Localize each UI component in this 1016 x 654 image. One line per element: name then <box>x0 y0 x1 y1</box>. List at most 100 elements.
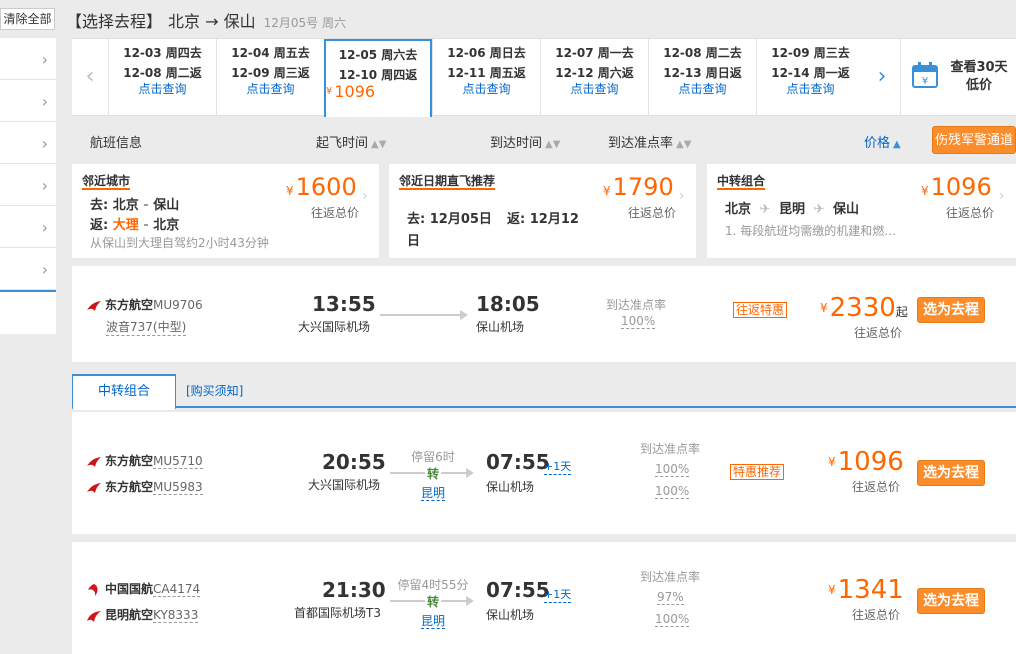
flight-row-transfer: 中国国航CA4174 昆明航空KY8333 21:30 首都国际机场T3 停留4… <box>72 542 1016 654</box>
chevron-right-icon: › <box>41 134 48 153</box>
chevron-right-icon: › <box>362 188 368 204</box>
chevron-left-icon[interactable]: ‹ <box>72 39 108 115</box>
depart-time: 13:55 <box>312 292 376 316</box>
title-date: 12月05号 周六 <box>263 16 346 30</box>
filter-row[interactable]: › <box>0 164 56 206</box>
kunming-airlines-logo-icon <box>87 610 101 622</box>
date-return: 12-14 周一返 <box>771 66 850 80</box>
page-title: 【选择去程】 北京 → 保山 12月05号 周六 <box>66 8 346 32</box>
date-cell[interactable]: 12-09 周三去 12-14 周一返 点击查询 <box>756 39 864 115</box>
ontime-value[interactable]: 97% <box>657 590 684 605</box>
filter-row[interactable]: › <box>0 206 56 248</box>
transfer-city[interactable]: 昆明 <box>420 614 445 629</box>
sort-arrive-time[interactable]: 到达时间 ▲▼ <box>490 132 560 151</box>
aircraft-model[interactable]: 波音737(中型) <box>106 318 187 336</box>
stay-duration: 停留4时55分 <box>397 578 469 592</box>
promo-tag: 往返特惠 <box>733 302 788 318</box>
rec-go-line: 去: 12月05日 <box>407 212 492 227</box>
purchase-notice-link[interactable]: [购买须知] <box>186 382 243 399</box>
flight-price: ¥2330起 <box>820 294 908 326</box>
date-return: 12-08 周二返 <box>123 66 202 80</box>
clear-all-button[interactable]: 清除全部 <box>0 8 55 30</box>
sort-price[interactable]: 价格 ▲ <box>864 132 901 151</box>
airline-name: 东方航空MU5983 <box>86 478 203 495</box>
title-route: 北京 → 保山 <box>168 12 256 31</box>
query-link[interactable]: 点击查询 <box>649 81 756 97</box>
ontime-value[interactable]: 100% <box>655 462 690 477</box>
arrive-time: 18:05 <box>476 292 540 316</box>
depart-time: 21:30 <box>322 578 386 602</box>
date-cell[interactable]: 12-06 周日去 12-11 周五返 点击查询 <box>432 39 540 115</box>
date-cell[interactable]: 12-08 周二去 12-13 周日返 点击查询 <box>648 39 756 115</box>
filter-row[interactable]: › <box>0 122 56 164</box>
chevron-right-icon[interactable]: › <box>864 39 900 115</box>
rec-card-nearby-date[interactable]: 邻近日期直飞推荐 ¥1790 往返总价 › 去: 12月05日 返: 12月12… <box>389 164 696 258</box>
ontime-value[interactable]: 100% <box>655 484 690 499</box>
army-channel-button[interactable]: 伤残军警通道 <box>932 126 1016 154</box>
query-link[interactable]: 点击查询 <box>757 81 864 97</box>
select-outbound-button[interactable]: 选为去程 <box>917 460 985 486</box>
sort-bar: 航班信息 起飞时间 ▲▼ 到达时间 ▲▼ 到达准点率 ▲▼ 价格 ▲ 伤残军警通道 <box>72 124 1016 156</box>
query-link[interactable]: 点击查询 <box>217 81 324 97</box>
separator: - <box>143 198 149 213</box>
date-out: 12-03 周四去 <box>123 46 202 60</box>
flight-number[interactable]: KY8333 <box>153 608 199 623</box>
tab-transfer[interactable]: 中转组合 <box>72 374 176 410</box>
query-link[interactable]: 点击查询 <box>541 81 648 97</box>
yen-symbol: ¥ <box>603 184 611 198</box>
airline-label: 东方航空 <box>105 454 154 468</box>
rec-sub: 往返总价 <box>311 206 360 220</box>
flight-price: ¥1096 <box>828 448 904 476</box>
flight-number[interactable]: MU5710 <box>153 454 203 469</box>
calendar-label-line1: 查看30天 <box>950 60 1008 75</box>
rec-go-line: 去: 北京 - 保山 <box>90 194 179 213</box>
ontime-value[interactable]: 100% <box>621 314 656 329</box>
go-from: 北京 <box>112 198 139 213</box>
sort-label: 到达时间 <box>490 136 543 151</box>
yen-symbol: ¥ <box>921 184 929 198</box>
date-cell[interactable]: 12-07 周一去 12-12 周六返 点击查询 <box>540 39 648 115</box>
flight-row-transfer: 东方航空MU5710 东方航空MU5983 20:55 大兴国际机场 停留6时 … <box>72 412 1016 534</box>
filter-row[interactable]: › <box>0 38 56 80</box>
plane-icon: ✈ <box>759 202 771 217</box>
svg-text:¥: ¥ <box>922 76 928 87</box>
flight-number[interactable]: MU5983 <box>153 480 203 495</box>
route-city: 北京 <box>725 202 752 217</box>
select-outbound-button[interactable]: 选为去程 <box>917 588 985 614</box>
query-link[interactable]: 点击查询 <box>433 81 540 97</box>
next-day-badge[interactable]: +1天 <box>544 586 572 603</box>
depart-airport: 大兴国际机场 <box>308 478 381 492</box>
chevron-right-icon: › <box>41 260 48 279</box>
sort-depart-time[interactable]: 起飞时间 ▲▼ <box>316 132 386 151</box>
sort-ontime[interactable]: 到达准点率 ▲▼ <box>608 132 691 151</box>
ontime-value[interactable]: 100% <box>655 612 690 627</box>
rec-card-nearby-city[interactable]: 邻近城市 ¥1600 往返总价 › 去: 北京 - 保山 返: 大理 - 北京 … <box>72 164 379 258</box>
transfer-city[interactable]: 昆明 <box>420 486 445 501</box>
rec-card-transfer[interactable]: 中转组合 ¥1096 往返总价 › 北京 ✈ 昆明 ✈ 保山 1. 每段航班均需… <box>707 164 1016 258</box>
arrive-airport: 保山机场 <box>486 480 535 494</box>
yen-symbol: ¥ <box>828 455 836 469</box>
filter-footer <box>0 290 56 334</box>
filter-list: › › › › › › <box>0 38 56 334</box>
airline-name: 东方航空MU5710 <box>86 452 203 469</box>
filter-row[interactable]: › <box>0 80 56 122</box>
filter-row[interactable]: › <box>0 248 56 290</box>
filter-sidebar: 清除全部 › › › › › › <box>0 0 56 654</box>
date-return: 12-12 周六返 <box>555 66 634 80</box>
chevron-right-icon: › <box>679 188 685 204</box>
arrive-time: 07:55 <box>486 578 550 602</box>
date-out: 12-04 周五去 <box>231 46 310 60</box>
date-cell-active[interactable]: 12-05 周六去 12-10 周四返 ¥1096 <box>324 39 432 117</box>
calendar-30day-button[interactable]: ¥ 查看30天 低价 <box>900 39 1016 115</box>
chevron-right-icon: › <box>999 188 1005 204</box>
next-day-badge[interactable]: +1天 <box>544 458 572 475</box>
sort-label: 起飞时间 <box>316 136 369 151</box>
query-link[interactable]: 点击查询 <box>109 81 216 97</box>
select-outbound-button[interactable]: 选为去程 <box>917 297 985 323</box>
flight-number[interactable]: CA4174 <box>153 582 201 597</box>
date-cell[interactable]: 12-04 周五去 12-09 周三返 点击查询 <box>216 39 324 115</box>
flight-info-header: 航班信息 <box>90 136 143 151</box>
rec-price-value: 1600 <box>295 173 357 201</box>
date-cell[interactable]: 12-03 周四去 12-08 周二返 点击查询 <box>108 39 216 115</box>
airline-name: 东方航空MU9706 <box>86 296 203 313</box>
